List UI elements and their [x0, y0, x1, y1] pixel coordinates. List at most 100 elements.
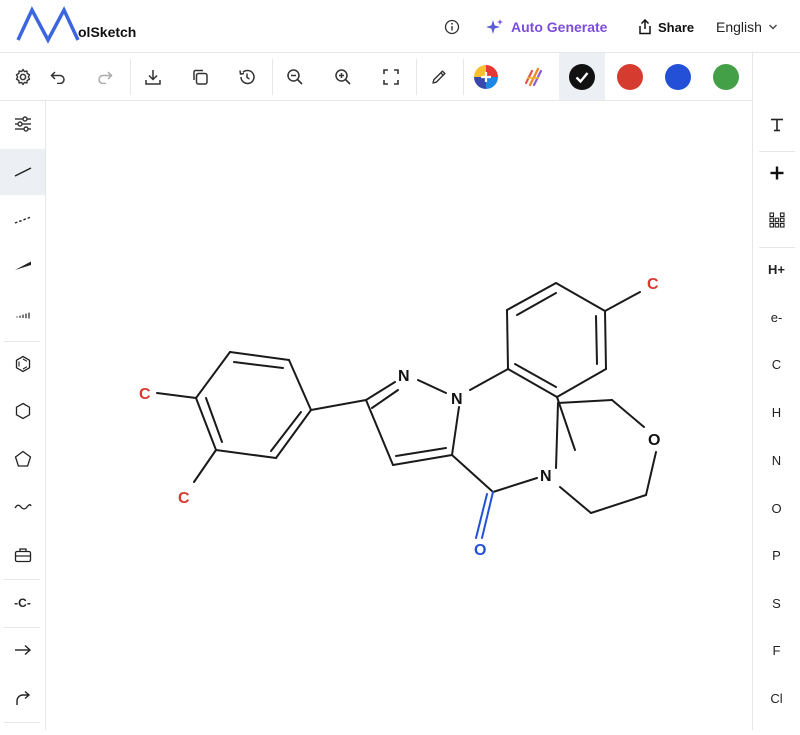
- fit-screen-button[interactable]: [368, 53, 414, 100]
- share-label: Share: [658, 19, 695, 35]
- single-bond-tool[interactable]: [0, 149, 45, 195]
- wave-icon: [13, 504, 32, 510]
- plus-icon: [770, 166, 783, 180]
- benzene-ring-tool[interactable]: [0, 341, 45, 387]
- element-p-label: P: [772, 547, 781, 563]
- redo-button[interactable]: [82, 53, 128, 100]
- logo-text: olSketch: [78, 24, 137, 40]
- download-icon: [145, 69, 161, 85]
- copy-button[interactable]: [177, 53, 223, 100]
- undo-button[interactable]: [35, 53, 81, 100]
- draw-button[interactable]: [416, 53, 462, 100]
- benzene-ring-icon: [15, 355, 30, 373]
- gear-icon: [15, 68, 31, 85]
- history-button[interactable]: [224, 53, 270, 100]
- zoom-out-button[interactable]: [272, 53, 318, 100]
- download-button[interactable]: [130, 53, 176, 100]
- wedge-bond-icon: [14, 261, 31, 270]
- element-cl-button[interactable]: Cl: [753, 678, 800, 718]
- atom-label[interactable]: O: [648, 432, 660, 449]
- h-plus-label: H+: [768, 261, 785, 277]
- copy-icon: [193, 69, 208, 85]
- chevron-down-icon: [768, 24, 777, 30]
- element-o-label: O: [771, 500, 782, 516]
- hashed-bond-icon: [15, 312, 30, 319]
- cyclohexane-ring-tool[interactable]: [0, 388, 45, 434]
- drawing-canvas[interactable]: C C N N C O N O: [46, 101, 752, 730]
- ai-style-icon: [524, 67, 543, 86]
- share-button[interactable]: Share: [638, 17, 694, 37]
- hashed-bond-tool[interactable]: [0, 291, 45, 337]
- share-icon: [639, 19, 651, 35]
- language-label: English: [716, 19, 762, 35]
- atom-label[interactable]: C: [139, 386, 151, 403]
- template-toolbox-tool[interactable]: [0, 532, 45, 578]
- color-red-swatch[interactable]: [607, 53, 653, 100]
- sliders-icon: [14, 116, 31, 132]
- atom-label[interactable]: C: [178, 490, 190, 507]
- text-cursor-icon: [770, 118, 783, 132]
- atom-label[interactable]: N: [398, 368, 410, 385]
- color-picker-button[interactable]: [463, 53, 509, 100]
- check-icon: [569, 63, 595, 90]
- element-n-button[interactable]: N: [753, 440, 800, 480]
- auto-generate-button[interactable]: Auto Generate: [486, 17, 607, 37]
- reaction-arrow-tool[interactable]: [0, 627, 45, 673]
- atom-label[interactable]: N: [451, 391, 463, 408]
- language-select[interactable]: English: [716, 17, 778, 37]
- element-s-button[interactable]: S: [753, 583, 800, 623]
- arrow-right-icon: [14, 644, 31, 656]
- app-header: olSketch Auto Generate Share English: [0, 0, 800, 53]
- chain-group-tool[interactable]: -C-: [0, 580, 45, 626]
- color-blue-swatch[interactable]: [655, 53, 701, 100]
- periodic-grid-icon: [768, 212, 785, 228]
- fit-screen-icon: [383, 68, 399, 85]
- e-minus-tool[interactable]: e-: [753, 297, 800, 337]
- color-picker-icon: [474, 64, 498, 89]
- ai-style-button[interactable]: [511, 53, 557, 100]
- atom-label[interactable]: O: [474, 542, 486, 559]
- atom-label[interactable]: C: [647, 276, 659, 293]
- element-o-button[interactable]: O: [753, 488, 800, 528]
- element-p-button[interactable]: P: [753, 535, 800, 575]
- info-icon[interactable]: [444, 19, 460, 35]
- auto-generate-label: Auto Generate: [511, 19, 608, 35]
- molecule-drawing[interactable]: C C N N C O N O: [46, 101, 752, 730]
- element-c-label: C: [771, 356, 782, 372]
- curved-arrow-icon: [15, 690, 30, 705]
- dashed-bond-tool[interactable]: [0, 197, 45, 243]
- element-f-label: F: [772, 642, 781, 658]
- element-n-label: N: [771, 452, 782, 468]
- cyclohexane-ring-icon: [15, 402, 30, 420]
- color-green-swatch[interactable]: [703, 53, 749, 100]
- dashed-bond-icon: [14, 216, 31, 224]
- cyclopentane-ring-tool[interactable]: [0, 436, 45, 482]
- zoom-out-icon: [287, 68, 303, 85]
- left-toolbar: -C-: [0, 101, 46, 730]
- periodic-table-tool[interactable]: [753, 200, 800, 240]
- zoom-in-button[interactable]: [320, 53, 366, 100]
- element-h-label: H: [771, 404, 782, 420]
- pencil-icon: [432, 69, 446, 84]
- right-toolbar: H+ e- C H N O P S F Cl: [752, 53, 800, 730]
- curved-arrow-tool[interactable]: [0, 675, 45, 721]
- add-charge-tool[interactable]: [753, 153, 800, 193]
- toolbox-icon: [14, 548, 31, 563]
- wedge-bond-tool[interactable]: [0, 243, 45, 289]
- undo-icon: [50, 70, 65, 84]
- e-minus-label: e-: [770, 309, 783, 325]
- h-plus-tool[interactable]: H+: [753, 249, 800, 289]
- chain-tool[interactable]: [0, 484, 45, 530]
- molecule-bonds: [156, 282, 657, 539]
- text-tool[interactable]: [753, 105, 800, 145]
- top-toolbar: [0, 53, 752, 101]
- element-h-button[interactable]: H: [753, 392, 800, 432]
- settings-sliders-button[interactable]: [0, 101, 45, 147]
- single-bond-icon: [14, 167, 31, 177]
- color-black-swatch[interactable]: [559, 53, 605, 100]
- element-f-button[interactable]: F: [753, 630, 800, 670]
- sparkle-icon: [486, 19, 503, 34]
- element-s-label: S: [772, 595, 781, 611]
- element-c-button[interactable]: C: [753, 344, 800, 384]
- atom-label[interactable]: N: [540, 468, 552, 485]
